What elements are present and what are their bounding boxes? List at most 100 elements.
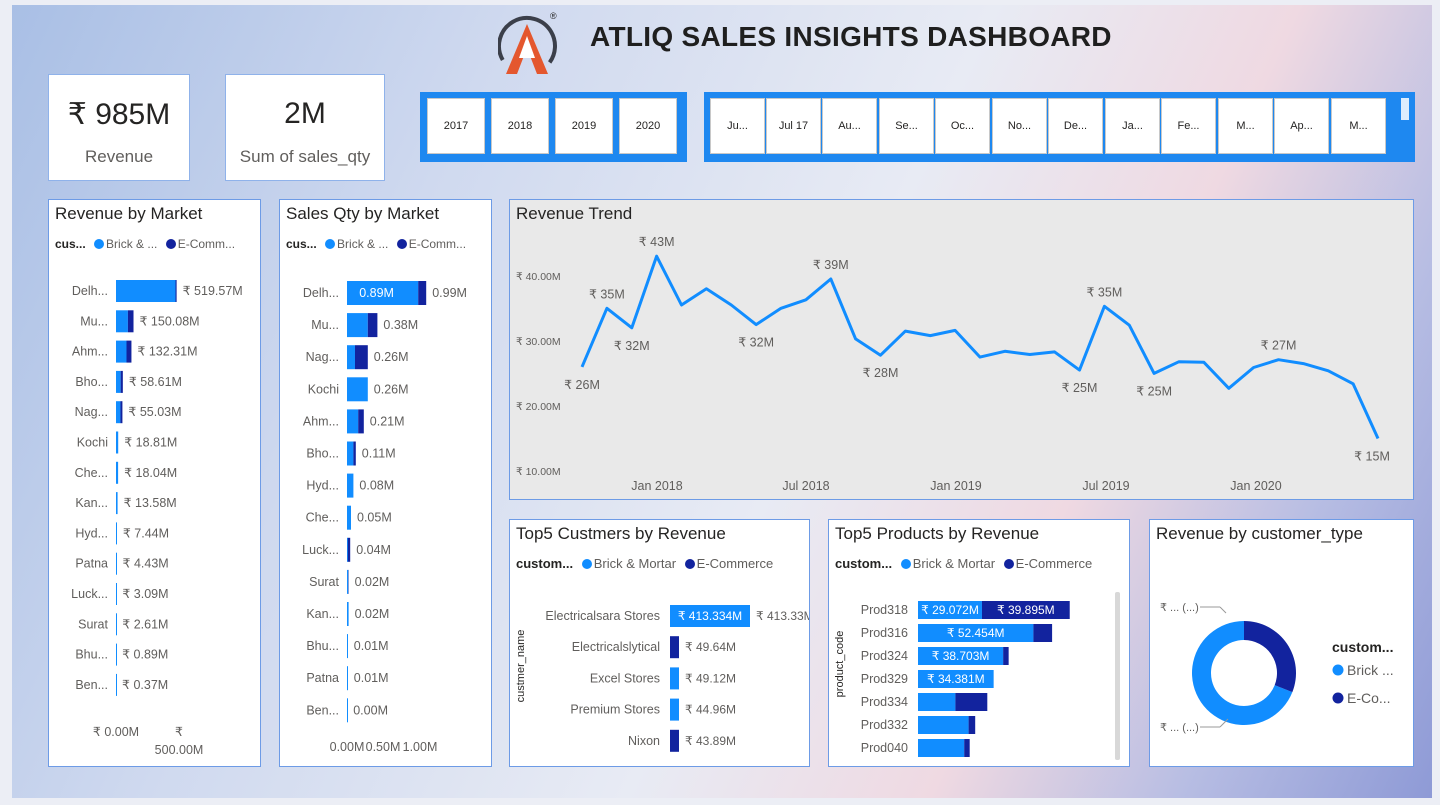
top5-products-chart[interactable]: product_code Prod318 ₹ 29.072M ₹ 39.895M Pro…	[829, 586, 1129, 766]
point-label: ₹ 25M	[1062, 381, 1098, 395]
data-label: 0.26M	[374, 382, 409, 396]
data-label: ₹ 43.89M	[685, 734, 736, 748]
data-label: 0.08M	[359, 479, 394, 493]
point-label: ₹ 43M	[639, 235, 675, 249]
data-label: ₹ 3.09M	[122, 587, 168, 601]
category-label: Prod329	[861, 672, 908, 686]
top5-products-scrollbar[interactable]	[1115, 592, 1120, 760]
brick-dot-icon	[325, 239, 336, 249]
category-label: Luck...	[302, 543, 339, 557]
category-label: Kan...	[306, 607, 339, 621]
data-label-inner: ₹ 413.334M	[678, 609, 742, 623]
data-label: 0.02M	[355, 575, 390, 589]
data-label: ₹ 58.61M	[129, 375, 182, 389]
revenue-by-market-title: Revenue by Market	[55, 204, 203, 223]
bar-ecom	[955, 693, 988, 711]
month-button-12[interactable]: M...	[1331, 98, 1386, 154]
page-title: ATLIQ SALES INSIGHTS DASHBOARD	[590, 21, 1112, 52]
category-label: Patna	[306, 671, 339, 685]
bar-brick	[116, 461, 119, 484]
bar-brick	[347, 473, 354, 498]
data-label: ₹ 0.37M	[122, 678, 168, 692]
x-tick-label: Jan 2018	[631, 479, 682, 493]
bar	[670, 636, 679, 659]
atliq-logo-icon	[498, 15, 557, 76]
data-label-brick: ₹ 29.072M	[921, 603, 979, 617]
sales-qty-by-market-card: Sales Qty by Market cus... Brick & ... E…	[279, 199, 492, 767]
sales-qty-by-market-chart[interactable]: Delh... 0.89M 0.99M Mu... 0.38M Nag... 0.26M Ko…	[280, 266, 491, 766]
bar-ecom	[126, 340, 132, 363]
category-label: Nag...	[306, 350, 339, 364]
category-label: Mu...	[80, 314, 108, 328]
year-button-2018[interactable]: 2018	[491, 98, 549, 154]
month-button-2[interactable]: Jul 17	[766, 98, 821, 154]
bar-brick	[116, 613, 117, 636]
revenue-trend-chart[interactable]: ₹ 40.00M ₹ 30.00M ₹ 20.00M ₹ 10.00M Jan 2018…	[510, 200, 1413, 499]
legend-title: custom...	[835, 556, 893, 571]
category-label: Prod332	[861, 718, 908, 732]
data-label: ₹ 413.33M	[756, 609, 809, 623]
bar-ecom	[1003, 647, 1009, 665]
category-label: Kochi	[308, 382, 339, 396]
bar-brick	[347, 313, 368, 338]
top5-products-card: Top5 Products by Revenue custom... Brick…	[828, 519, 1130, 767]
category-label: Ahm...	[72, 345, 108, 359]
bar-brick	[116, 310, 128, 333]
legend-brick: Brick & ...	[106, 237, 158, 251]
year-slicer: 2017 2018 2019 2020	[420, 92, 687, 162]
revenue-by-customer-type-card: Revenue by customer_type ₹ ... (...) ₹ ..…	[1149, 519, 1414, 767]
year-button-2019[interactable]: 2019	[555, 98, 613, 154]
month-button-6[interactable]: No...	[992, 98, 1047, 154]
kpi-qty-card: 2M Sum of sales_qty	[225, 74, 385, 181]
category-label: Delh...	[72, 284, 108, 298]
kpi-qty-label: Sum of sales_qty	[239, 147, 371, 166]
month-button-7[interactable]: De...	[1048, 98, 1103, 154]
category-label: Luck...	[71, 587, 108, 601]
data-label: ₹ 132.31M	[137, 345, 197, 359]
bar	[670, 729, 679, 752]
point-label: ₹ 32M	[614, 339, 650, 353]
x-tick-label: 1.00M	[403, 740, 438, 754]
point-label: ₹ 35M	[589, 287, 625, 301]
y-tick-label: ₹ 40.00M	[516, 271, 561, 283]
data-label-brick: ₹ 52.454M	[947, 626, 1005, 640]
month-button-5[interactable]: Oc...	[935, 98, 990, 154]
category-label: Excel Stores	[590, 671, 660, 685]
top5-customers-chart[interactable]: custmer_name Electricalsara Stores ₹ 413.3…	[510, 586, 809, 766]
data-label-brick: ₹ 34.381M	[927, 672, 985, 686]
bar-ecom	[358, 409, 364, 434]
x-tick-label: Jan 2019	[930, 479, 981, 493]
month-button-8[interactable]: Ja...	[1105, 98, 1160, 154]
revenue-by-market-card: Revenue by Market cus... Brick & ... E-C…	[48, 199, 261, 767]
bar-brick	[116, 583, 117, 605]
month-slicer: Ju... Jul 17 Au... Se... Oc... No... De.…	[704, 92, 1415, 162]
bar-brick	[116, 401, 121, 424]
year-button-2017[interactable]: 2017	[427, 98, 485, 154]
month-slicer-scrollbar[interactable]	[1401, 98, 1409, 120]
bar-brick	[347, 409, 359, 434]
month-button-11[interactable]: Ap...	[1274, 98, 1329, 154]
month-button-10[interactable]: M...	[1218, 98, 1273, 154]
month-button-4[interactable]: Se...	[879, 98, 934, 154]
legend-brick-dot-icon	[1332, 664, 1344, 676]
revenue-by-customer-type-chart[interactable]: ₹ ... (...) ₹ ... (...) custom... Brick ...…	[1150, 556, 1413, 766]
year-button-2020[interactable]: 2020	[619, 98, 677, 154]
data-label: ₹ 0.89M	[122, 648, 168, 662]
brick-dot-icon	[581, 559, 592, 569]
category-label: Premium Stores	[570, 703, 660, 717]
legend-ecom-dot-icon	[1332, 692, 1344, 704]
month-button-3[interactable]: Au...	[822, 98, 877, 154]
data-label: 0.21M	[370, 414, 405, 428]
revenue-by-market-chart[interactable]: Delh... ₹ 519.57M Mu... ₹ 150.08M Ahm... ₹ 13…	[49, 266, 260, 766]
month-button-9[interactable]: Fe...	[1161, 98, 1216, 154]
legend-brick: Brick & ...	[337, 237, 389, 251]
registered-mark: ®	[550, 11, 557, 21]
top5-customers-title: Top5 Custmers by Revenue	[516, 524, 726, 543]
bar-brick	[347, 505, 351, 530]
point-label: ₹ 35M	[1087, 285, 1123, 299]
data-label-brick: ₹ 38.703M	[932, 649, 990, 663]
data-label: 0.01M	[354, 639, 389, 653]
month-button-1[interactable]: Ju...	[710, 98, 765, 154]
x-tick-label: Jan 2020	[1230, 479, 1281, 493]
category-label: Patna	[75, 557, 108, 571]
